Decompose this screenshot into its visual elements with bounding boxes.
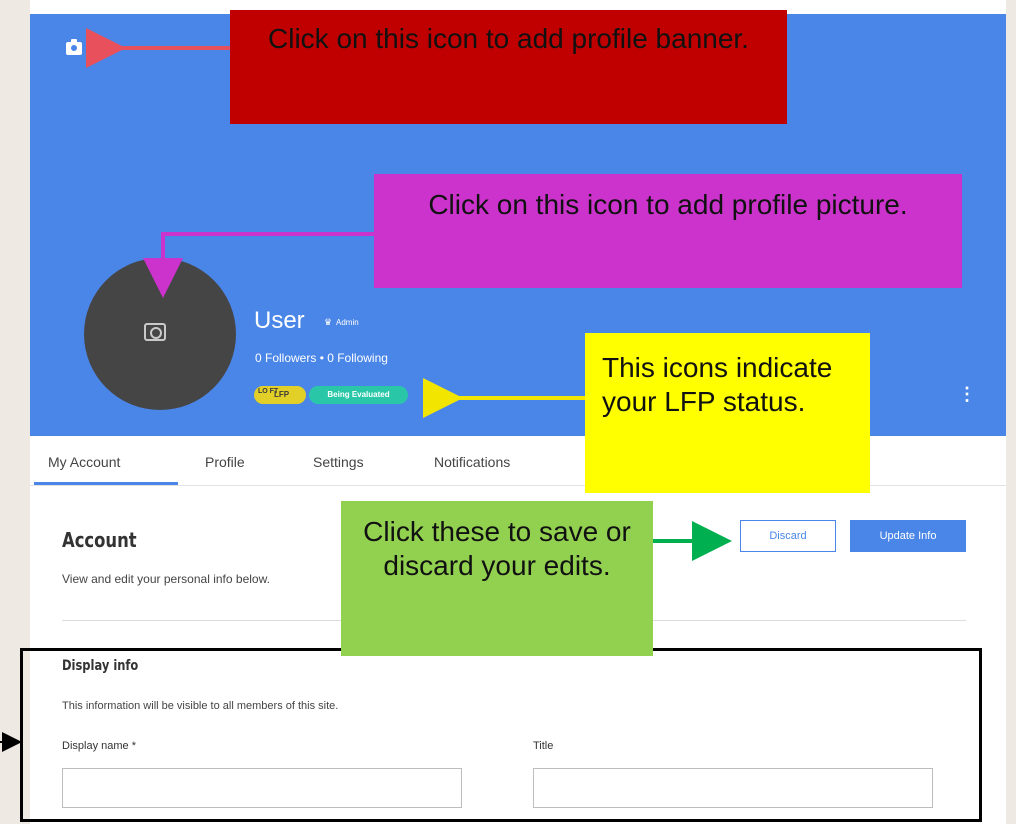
annotation-arrows [0,28,732,752]
arrow-picture [143,232,374,298]
